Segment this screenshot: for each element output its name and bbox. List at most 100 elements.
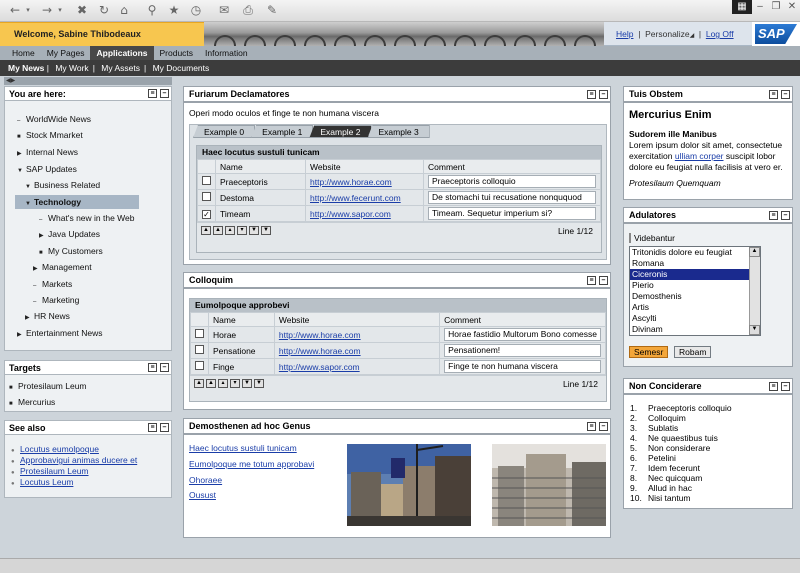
- scroll-up-icon[interactable]: ▲: [749, 247, 760, 257]
- home-icon[interactable]: ⌂: [116, 3, 132, 18]
- subtab-my-documents[interactable]: My Documents: [149, 63, 214, 73]
- minimize-panel-icon[interactable]: –: [160, 363, 169, 372]
- listbox-option-selected[interactable]: Ciceronis: [630, 269, 760, 280]
- tab-products[interactable]: Products: [154, 46, 200, 60]
- listbox-scrollbar[interactable]: [749, 247, 760, 335]
- list-item[interactable]: 9. Allud in hac: [630, 483, 732, 493]
- cell-website-link[interactable]: http://www.sapor.com: [279, 362, 360, 372]
- stop-icon[interactable]: ✖: [74, 3, 90, 18]
- cell-comment-input[interactable]: Praeceptoris colloquio: [428, 175, 596, 188]
- edit-icon[interactable]: ✎: [264, 3, 280, 18]
- tab-my-pages[interactable]: My Pages: [41, 46, 91, 60]
- row-checkbox[interactable]: [195, 329, 204, 338]
- scroll-down-icon[interactable]: ▼: [749, 325, 760, 335]
- prev-row-icon[interactable]: ▴: [218, 379, 228, 388]
- listbox-option[interactable]: Divinam: [630, 324, 760, 335]
- see-also-item[interactable]: ● Approbavigui animas ducere et: [11, 455, 137, 465]
- nav-item-marketing[interactable]: – Marketing: [33, 295, 79, 305]
- last-page-icon[interactable]: ▼: [261, 226, 271, 235]
- panel-menu-icon[interactable]: ≡: [148, 363, 157, 372]
- list-item[interactable]: 1. Praeceptoris colloquio: [630, 403, 732, 413]
- cell-website-link[interactable]: http://www.sapor.com: [310, 209, 391, 219]
- refresh-icon[interactable]: ↻: [96, 3, 112, 18]
- row-checkbox[interactable]: [202, 192, 211, 201]
- see-also-link[interactable]: Approbavigui animas ducere et: [20, 455, 137, 465]
- subtab-my-work[interactable]: My Work: [51, 63, 92, 73]
- first-page-icon[interactable]: ▲: [201, 226, 211, 235]
- minimize-icon[interactable]: –: [752, 0, 768, 14]
- help-link[interactable]: Help: [616, 29, 633, 39]
- cell-website-link[interactable]: http://www.fecerunt.com: [310, 193, 401, 203]
- cell-website-link[interactable]: http://www.horae.com: [310, 177, 392, 187]
- minimize-panel-icon[interactable]: –: [599, 276, 608, 285]
- content-link[interactable]: Ousust: [189, 490, 216, 500]
- mail-icon[interactable]: ✉: [216, 3, 232, 18]
- tab-applications[interactable]: Applications: [90, 46, 154, 60]
- minimize-panel-icon[interactable]: –: [160, 89, 169, 98]
- minimize-panel-icon[interactable]: –: [781, 211, 790, 220]
- panel-menu-icon[interactable]: ≡: [769, 90, 778, 99]
- panel-menu-icon[interactable]: ≡: [587, 90, 596, 99]
- panel-menu-icon[interactable]: ≡: [587, 422, 596, 431]
- panel-menu-icon[interactable]: ≡: [587, 276, 596, 285]
- list-item[interactable]: 4. Ne quaestibus tuis: [630, 433, 732, 443]
- panel-menu-icon[interactable]: ≡: [148, 89, 157, 98]
- next-row-icon[interactable]: ▾: [237, 226, 247, 235]
- cell-comment-input[interactable]: De stomachi tui recusatione nonququod: [428, 191, 596, 204]
- next-row-icon[interactable]: ▾: [230, 379, 240, 388]
- nav-item-markets[interactable]: – Markets: [33, 279, 72, 289]
- nav-item-management[interactable]: ▶ Management: [33, 262, 92, 272]
- nav-item-entertainment-news[interactable]: ▶ Entertainment News: [17, 328, 103, 338]
- search-icon[interactable]: ⚲: [144, 3, 160, 18]
- prev-page-icon[interactable]: ▲: [213, 226, 223, 235]
- see-also-link[interactable]: Locutus Leum: [20, 477, 73, 487]
- content-link[interactable]: Ohoraee: [189, 475, 222, 485]
- tab-example-1[interactable]: Example 1: [251, 125, 314, 138]
- back-dropdown-icon[interactable]: ▾: [24, 3, 32, 18]
- adulatores-listbox[interactable]: Tritonidis dolore eu feugiat Romana Cice…: [629, 246, 761, 336]
- forward-icon[interactable]: →: [40, 3, 54, 18]
- row-checkbox[interactable]: [202, 176, 211, 185]
- nav-item-sap-updates[interactable]: ▼ SAP Updates: [17, 164, 77, 174]
- list-item[interactable]: 8. Nec quicquam: [630, 473, 732, 483]
- article-link[interactable]: ulliam corper: [675, 151, 724, 161]
- forward-dropdown-icon[interactable]: ▾: [56, 3, 64, 18]
- favorites-icon[interactable]: ★: [166, 3, 182, 18]
- history-icon[interactable]: ◷: [188, 3, 204, 18]
- content-link[interactable]: Eumolpoque me totum approbavi: [189, 459, 314, 469]
- listbox-option[interactable]: Romana: [630, 258, 760, 269]
- restore-icon[interactable]: ❐: [768, 0, 784, 14]
- panel-menu-icon[interactable]: ≡: [769, 382, 778, 391]
- tab-information[interactable]: Information: [199, 46, 254, 60]
- list-item[interactable]: 7. Idem fecerunt: [630, 463, 732, 473]
- panel-menu-icon[interactable]: ≡: [148, 423, 157, 432]
- subtab-my-news[interactable]: My News: [8, 63, 44, 73]
- list-item[interactable]: 6. Petelini: [630, 453, 732, 463]
- personalize-dropdown-icon[interactable]: ◢: [690, 33, 695, 39]
- subtab-my-assets[interactable]: My Assets: [97, 63, 144, 73]
- list-item[interactable]: 5. Non considerare: [630, 443, 732, 453]
- listbox-option[interactable]: Artis: [630, 302, 760, 313]
- cell-website-link[interactable]: http://www.horae.com: [279, 346, 361, 356]
- print-icon[interactable]: ⎙: [240, 3, 256, 18]
- next-page-icon[interactable]: ▼: [242, 379, 252, 388]
- row-checkbox[interactable]: [195, 345, 204, 354]
- cell-website-link[interactable]: http://www.horae.com: [279, 330, 361, 340]
- prev-row-icon[interactable]: ▴: [225, 226, 235, 235]
- nav-item-whats-new-web[interactable]: – What's new in the Web: [39, 213, 135, 223]
- minimize-panel-icon[interactable]: –: [781, 382, 790, 391]
- panel-menu-icon[interactable]: ≡: [769, 211, 778, 220]
- nav-item-my-customers[interactable]: ■ My Customers: [39, 246, 103, 256]
- prev-page-icon[interactable]: ▲: [206, 379, 216, 388]
- tab-home[interactable]: Home: [6, 46, 41, 60]
- last-page-icon[interactable]: ▼: [254, 379, 264, 388]
- nav-item-stock-market[interactable]: ■ Stock Mmarket: [17, 130, 83, 140]
- first-page-icon[interactable]: ▲: [194, 379, 204, 388]
- robam-button[interactable]: Robam: [674, 346, 712, 358]
- listbox-option[interactable]: Ascylti: [630, 313, 760, 324]
- listbox-option[interactable]: Pierio: [630, 280, 760, 291]
- target-item[interactable]: ■ Protesilaum Leum: [9, 381, 87, 391]
- personalize-menu[interactable]: Personalize: [645, 29, 689, 39]
- minimize-panel-icon[interactable]: –: [599, 90, 608, 99]
- list-item[interactable]: 3. Sublatis: [630, 423, 732, 433]
